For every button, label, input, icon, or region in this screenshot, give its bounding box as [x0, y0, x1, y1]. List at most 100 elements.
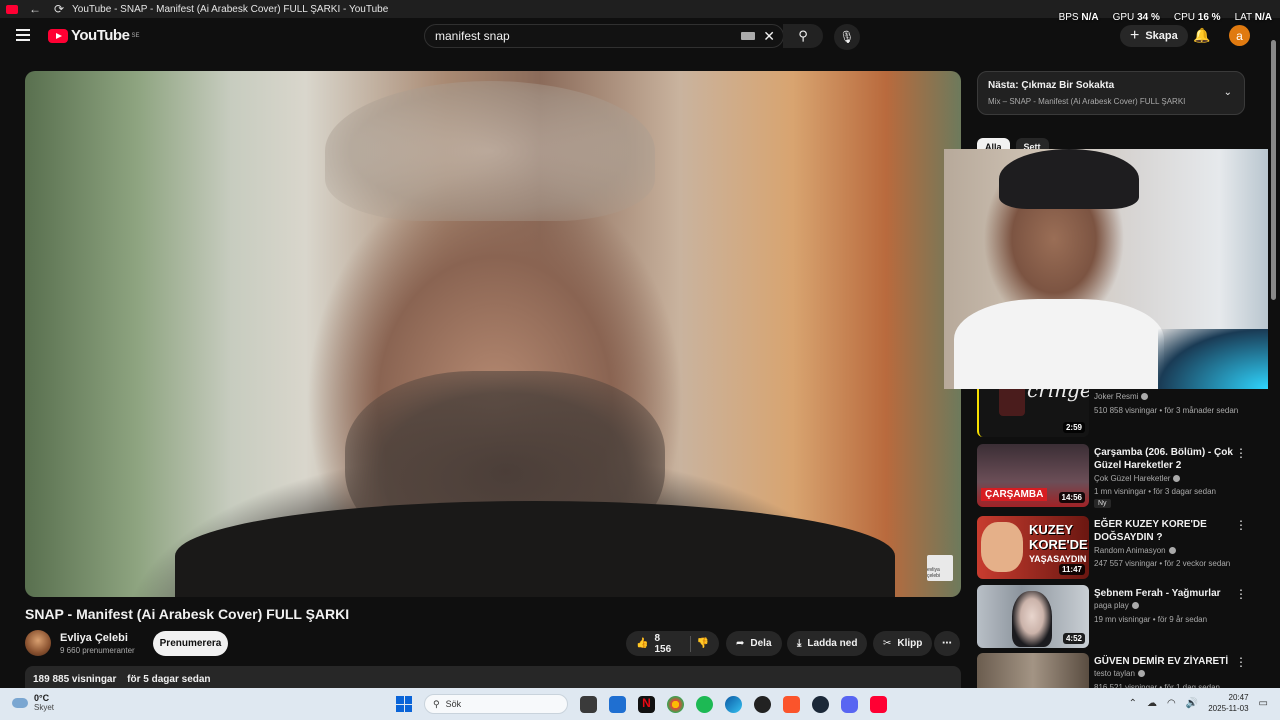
page-scrollbar[interactable] — [1271, 40, 1276, 300]
more-vertical-icon[interactable]: ⋮ — [1235, 655, 1247, 669]
video-title: SNAP - Manifest (Ai Arabesk Cover) FULL … — [25, 606, 350, 622]
more-actions-button[interactable]: ⋯ — [934, 631, 960, 656]
system-tray: ⌃ ☁ ◠ 🔊 20:47 2025-11-03 ▭ — [1129, 692, 1268, 714]
video-thumbnail[interactable]: KUZEY KORE'DE YAŞASAYDIN 11:47 — [977, 516, 1089, 579]
like-icon[interactable]: 👍 — [636, 638, 648, 649]
dislike-icon[interactable]: 👎 — [697, 638, 709, 649]
search-icon: ⚲ — [433, 698, 440, 709]
upload-age: för 5 dagar sedan — [127, 674, 211, 685]
notification-icon[interactable]: ▭ — [1259, 698, 1268, 709]
channel-avatar[interactable] — [25, 630, 51, 656]
back-arrow-icon[interactable]: ← — [28, 2, 42, 16]
cloud-sync-icon[interactable]: ☁ — [1147, 698, 1157, 709]
file-explorer-icon[interactable] — [609, 695, 626, 713]
performance-overlay: BPS N/A GPU 34 % CPU 16 % LAT N/A — [1059, 12, 1272, 23]
share-icon: ➦ — [736, 638, 745, 649]
reload-icon[interactable]: ⟳ — [52, 2, 66, 16]
recommendation-channel[interactable]: Random Animasyon — [1094, 546, 1176, 555]
windows-taskbar: 0°C Skyet ⚲ Sök N ⌃ ☁ ◠ 🔊 20:47 2025-11-… — [0, 688, 1280, 720]
wifi-icon[interactable]: ◠ — [1167, 698, 1176, 709]
share-button[interactable]: ➦ Dela — [726, 631, 782, 656]
more-vertical-icon[interactable]: ⋮ — [1235, 446, 1247, 460]
playlist-up-next[interactable]: Nästa: Çıkmaz Bir Sokakta Mix – SNAP - M… — [977, 71, 1245, 115]
weather-widget[interactable]: 0°C Skyet — [12, 693, 54, 712]
video-thumbnail[interactable]: 4:52 — [977, 585, 1089, 648]
notifications-bell-icon[interactable]: 🔔 — [1193, 27, 1210, 44]
channel-name[interactable]: Evliya Çelebi — [60, 632, 128, 644]
like-count[interactable]: 8 156 — [654, 633, 677, 655]
recommendation-title[interactable]: Şebnem Ferah - Yağmurlar — [1094, 587, 1234, 600]
verified-icon — [1131, 602, 1139, 610]
more-horizontal-icon: ⋯ — [942, 638, 952, 649]
logo-text: YouTube — [71, 27, 130, 44]
time: 20:47 — [1228, 693, 1249, 702]
taskbar-search[interactable]: ⚲ Sök — [424, 694, 568, 714]
recommendation-meta: 19 mn visningar • för 9 år sedan — [1094, 615, 1208, 624]
thumbnail-text: KUZEY KORE'DE — [1029, 522, 1088, 552]
keyboard-icon[interactable] — [741, 32, 756, 40]
recommendation-channel[interactable]: paga play — [1094, 601, 1139, 610]
video-frame-jacket — [175, 501, 895, 597]
create-button[interactable]: + Skapa — [1120, 25, 1188, 47]
rgb-light-glow — [1158, 329, 1268, 389]
clock[interactable]: 20:47 2025-11-03 — [1208, 692, 1248, 714]
gpu-stat: GPU 34 % — [1112, 12, 1160, 23]
subscribe-button[interactable]: Prenumerera — [153, 631, 228, 656]
brave-icon[interactable] — [783, 695, 800, 713]
chrome-icon[interactable] — [667, 695, 684, 713]
search-button[interactable]: ⚲ — [783, 24, 823, 48]
volume-icon[interactable]: 🔊 — [1186, 698, 1198, 709]
date: 2025-11-03 — [1208, 704, 1249, 713]
duration-badge: 2:59 — [1062, 422, 1085, 433]
webcam-overlay — [944, 149, 1268, 389]
youtube-app-icon[interactable] — [870, 695, 887, 713]
account-avatar[interactable]: a — [1229, 25, 1250, 46]
app-icon[interactable] — [754, 695, 771, 713]
scissors-icon: ✂ — [883, 638, 892, 649]
recommendation-channel[interactable]: Joker Resmi — [1094, 392, 1149, 401]
list-item[interactable]: 4:52 Şebnem Ferah - Yağmurlar paga play … — [977, 585, 1247, 649]
new-badge: Ny — [1094, 499, 1111, 508]
thumbnail-subtext: YAŞASAYDIN — [1029, 554, 1087, 564]
clip-button[interactable]: ✂ Klipp — [873, 631, 933, 656]
more-vertical-icon[interactable]: ⋮ — [1235, 518, 1247, 532]
divider — [689, 635, 691, 652]
upnext-prefix: Nästa: — [988, 80, 1019, 91]
video-thumbnail[interactable]: ÇARŞAMBA 14:56 — [977, 444, 1089, 507]
spotify-icon[interactable] — [696, 695, 713, 713]
recommendation-title[interactable]: EĞER KUZEY KORE'DE DOĞSAYDIN ? — [1094, 518, 1234, 544]
thumbnail-image — [981, 522, 1023, 572]
chevron-down-icon[interactable]: ⌄ — [1224, 87, 1232, 98]
recommendation-channel[interactable]: Çok Güzel Hareketler — [1094, 474, 1181, 483]
list-item[interactable]: ÇARŞAMBA 14:56 Çarşamba (206. Bölüm) - Ç… — [977, 444, 1247, 508]
edge-icon[interactable] — [725, 695, 742, 713]
clear-search-icon[interactable]: ✕ — [763, 28, 775, 45]
steam-icon[interactable] — [812, 695, 829, 713]
channel-watermark[interactable]: evliya çelebi — [927, 555, 953, 581]
windows-start-icon[interactable] — [396, 696, 412, 712]
search-box[interactable]: manifest snap ✕ — [424, 24, 784, 48]
duration-badge: 14:56 — [1058, 492, 1085, 503]
list-item[interactable]: KUZEY KORE'DE YAŞASAYDIN 11:47 EĞER KUZE… — [977, 516, 1247, 580]
download-button[interactable]: ⤓ Ladda ned — [787, 631, 868, 656]
duration-badge: 11:47 — [1058, 564, 1085, 575]
taskbar-search-placeholder: Sök — [445, 699, 462, 709]
menu-icon[interactable] — [16, 29, 30, 44]
download-label: Ladda ned — [807, 638, 858, 649]
tray-overflow-icon[interactable]: ⌃ — [1129, 698, 1137, 709]
video-player[interactable]: evliya çelebi — [25, 71, 961, 597]
recommendation-title[interactable]: GÜVEN DEMİR EV ZİYARETİ — [1094, 655, 1234, 668]
task-view-icon[interactable] — [580, 695, 597, 713]
recommendation-title[interactable]: Çarşamba (206. Bölüm) - Çok Güzel Hareke… — [1094, 446, 1234, 472]
voice-search-button[interactable]: 🎙 — [834, 24, 860, 50]
netflix-icon[interactable]: N — [638, 695, 655, 713]
subscriber-count: 9 660 prenumeranter — [60, 646, 135, 655]
more-vertical-icon[interactable]: ⋮ — [1235, 587, 1247, 601]
recommendation-meta: 1 mn visningar • för 3 dagar sedan — [1094, 487, 1216, 496]
discord-icon[interactable] — [841, 695, 858, 713]
recommendation-channel[interactable]: testo taylan — [1094, 669, 1145, 678]
search-input[interactable]: manifest snap — [435, 29, 741, 43]
youtube-logo[interactable]: YouTube SE — [48, 27, 139, 44]
verified-icon — [1168, 547, 1176, 555]
duration-badge: 4:52 — [1062, 633, 1085, 644]
